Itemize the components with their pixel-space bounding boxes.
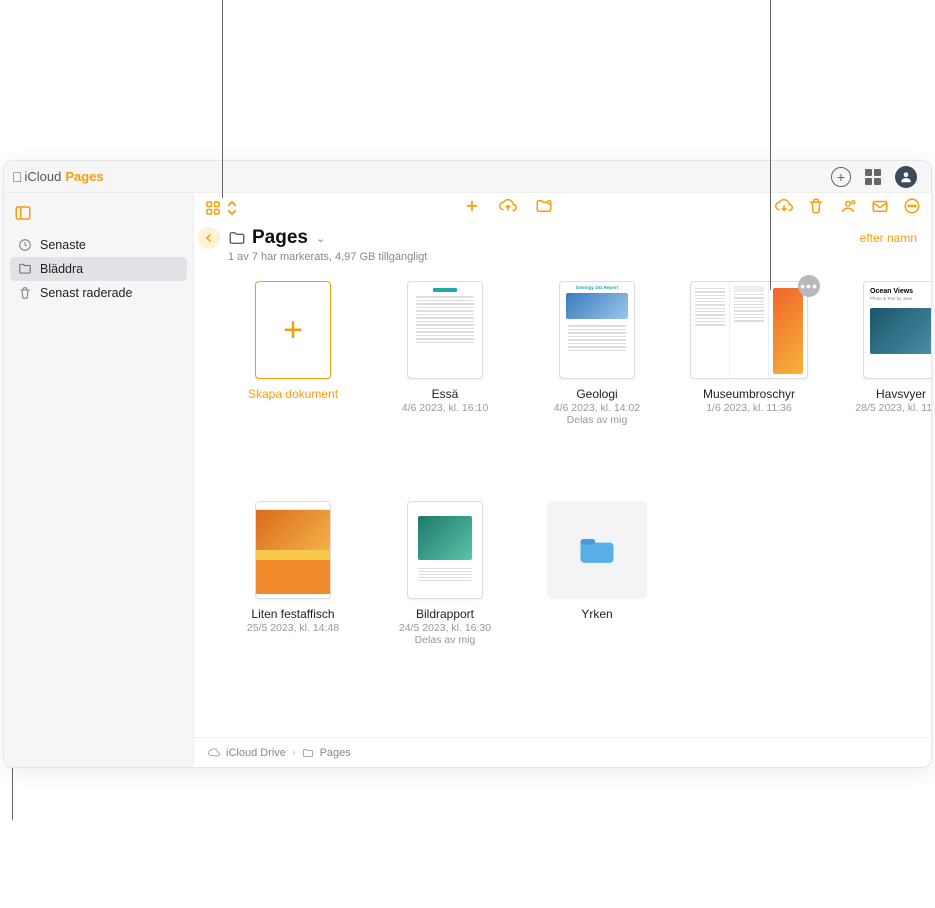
doc-thumb (407, 501, 483, 599)
doc-name: Havsvyer (876, 387, 926, 401)
doc-thumb: Geology 101 Report (559, 281, 635, 379)
folder-outline-icon (228, 229, 246, 247)
mail-icon[interactable] (871, 197, 889, 220)
document-tile[interactable]: Geology 101 Report Geologi 4/6 2023, kl.… (522, 281, 672, 461)
toolbar (194, 193, 931, 223)
breadcrumb-separator: › (292, 747, 296, 759)
sidebar-item-label: Senaste (40, 238, 86, 252)
titlebar-right: + (831, 166, 923, 188)
app-window:  iCloud Pages + Senaste (3, 160, 932, 768)
clock-icon (18, 238, 32, 252)
create-document-tile[interactable]: + Skapa dokument (218, 281, 368, 461)
new-doc-icon[interactable] (463, 197, 481, 220)
doc-thumb (407, 281, 483, 379)
doc-meta: 4/6 2023, kl. 16:10 (402, 402, 488, 414)
brand-icloud-label: iCloud (25, 169, 62, 184)
create-label: Skapa dokument (248, 387, 338, 401)
titlebar-left:  iCloud Pages (12, 169, 104, 185)
doc-name: Essä (432, 387, 459, 401)
brand-pages-label: Pages (65, 169, 103, 184)
doc-thumb (690, 281, 808, 379)
titlebar:  iCloud Pages + (4, 161, 931, 193)
back-button[interactable] (198, 227, 220, 249)
breadcrumb-root[interactable]: iCloud Drive (226, 747, 286, 759)
status-line: 1 av 7 har markerats, 4,97 GB tillgängli… (228, 251, 427, 263)
folder-title[interactable]: Pages ⌄ (228, 227, 427, 249)
share-icon[interactable] (839, 197, 857, 220)
doc-meta: 1/6 2023, kl. 11:36 (706, 402, 792, 414)
toolbar-right (775, 197, 921, 220)
main: Pages ⌄ 1 av 7 har markerats, 4,97 GB ti… (194, 193, 931, 767)
more-icon[interactable] (903, 197, 921, 220)
delete-icon[interactable] (807, 197, 825, 220)
doc-name: Bildrapport (416, 607, 474, 621)
header-row: Pages ⌄ 1 av 7 har markerats, 4,97 GB ti… (194, 223, 931, 263)
cloud-icon (208, 747, 220, 759)
sidebar-item-label: Senast raderade (40, 286, 132, 300)
breadcrumb-leaf[interactable]: Pages (320, 747, 351, 759)
add-circle-icon[interactable]: + (831, 167, 851, 187)
sidebar-item-trash[interactable]: Senast raderade (10, 281, 187, 305)
callout-line-top-left (222, 0, 223, 198)
toolbar-left (204, 199, 241, 217)
header-col: Pages ⌄ 1 av 7 har markerats, 4,97 GB ti… (228, 227, 427, 263)
document-tile[interactable]: Ocean Views Photo & Text by Jane Havsvye… (826, 281, 931, 461)
view-options-icon[interactable] (204, 199, 241, 217)
toolbar-center (253, 197, 763, 220)
sidebar-item-recent[interactable]: Senaste (10, 233, 187, 257)
sidebar-toggle-icon[interactable] (14, 204, 32, 222)
apple-logo-icon:  (12, 169, 23, 185)
document-tile[interactable]: Bildrapport 24/5 2023, kl. 16:30 Delas a… (370, 501, 520, 681)
callout-line-top-right (770, 0, 771, 290)
doc-name: Geologi (576, 387, 617, 401)
folder-icon (18, 262, 32, 276)
item-more-button[interactable]: ••• (798, 275, 820, 297)
avatar[interactable] (895, 166, 917, 188)
upload-icon[interactable] (499, 197, 517, 220)
doc-meta: 4/6 2023, kl. 14:02 (554, 402, 640, 414)
sidebar-item-browse[interactable]: Bläddra (10, 257, 187, 281)
ocean-title: Ocean Views (864, 282, 931, 295)
app-grid-icon[interactable] (865, 169, 881, 185)
folder-large-icon (575, 528, 619, 572)
plus-icon: + (283, 313, 303, 347)
doc-meta: 28/5 2023, kl. 11:34 (855, 402, 931, 414)
doc-thumb: Ocean Views Photo & Text by Jane (863, 281, 931, 379)
doc-name: Museumbroschyr (703, 387, 795, 401)
doc-meta: 24/5 2023, kl. 16:30 (399, 622, 491, 634)
breadcrumb: iCloud Drive › Pages (194, 737, 931, 767)
folder-name: Pages (252, 227, 308, 249)
doc-name: Liten festaffisch (251, 607, 334, 621)
new-folder-icon[interactable] (535, 197, 553, 220)
sidebar-top (4, 199, 193, 227)
document-tile-selected[interactable]: ••• (674, 281, 824, 461)
doc-meta: 25/5 2023, kl. 14:48 (247, 622, 339, 634)
document-tile[interactable]: Liten festaffisch 25/5 2023, kl. 14:48 (218, 501, 368, 681)
sidebar-item-label: Bläddra (40, 262, 83, 276)
doc-meta-shared: Delas av mig (567, 414, 628, 426)
folder-small-icon (302, 747, 314, 759)
sidebar-list: Senaste Bläddra Senast raderade (4, 227, 193, 311)
sort-button[interactable]: efter namn (860, 227, 917, 245)
brand:  iCloud Pages (12, 169, 104, 185)
sidebar: Senaste Bläddra Senast raderade (4, 193, 194, 767)
doc-meta-shared: Delas av mig (415, 634, 476, 646)
download-icon[interactable] (775, 197, 793, 220)
create-thumb: + (255, 281, 331, 379)
body-row: Senaste Bläddra Senast raderade (4, 193, 931, 767)
folder-thumb (547, 501, 647, 599)
folder-tile[interactable]: Yrken (522, 501, 672, 681)
doc-name: Yrken (581, 607, 612, 621)
chevron-down-icon: ⌄ (316, 232, 325, 245)
doc-thumb (255, 501, 331, 599)
trash-icon (18, 286, 32, 300)
document-tile[interactable]: Essä 4/6 2023, kl. 16:10 (370, 281, 520, 461)
document-grid: + Skapa dokument Essä 4/6 2023, kl (194, 263, 931, 737)
